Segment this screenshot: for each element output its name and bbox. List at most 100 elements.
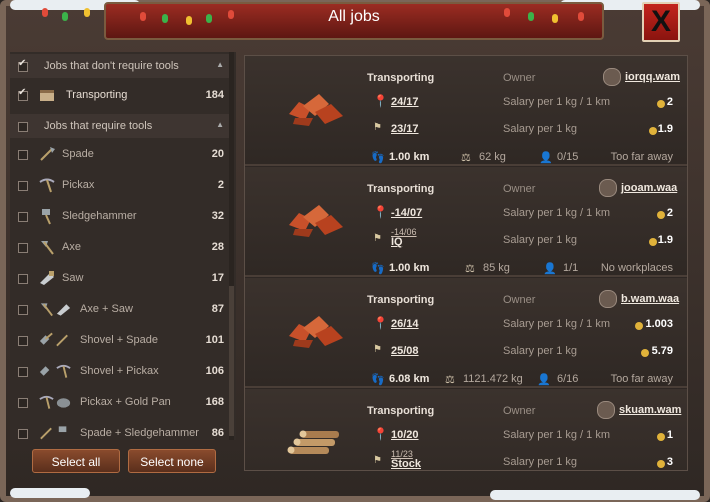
filter-count: 86 bbox=[211, 427, 224, 439]
shovel-pickax-icon bbox=[39, 364, 71, 378]
coin-icon bbox=[657, 211, 665, 219]
owner-link[interactable]: iorqq.wam bbox=[625, 71, 680, 83]
pickax-icon bbox=[39, 178, 55, 193]
workers-icon: 👤 bbox=[539, 152, 553, 164]
filter-count: 101 bbox=[205, 334, 224, 346]
location-pin-icon: 📍 bbox=[373, 316, 388, 330]
flag-icon: ⚑ bbox=[373, 455, 382, 466]
filter-spade[interactable]: Spade 20 bbox=[10, 139, 232, 170]
salary-per-km-label: Salary per 1 kg / 1 km bbox=[503, 96, 610, 108]
salary-per-km-label: Salary per 1 kg / 1 km bbox=[503, 318, 610, 330]
filter-pickax[interactable]: Pickax 2 bbox=[10, 170, 232, 201]
filter-spade-sledgehammer[interactable]: Spade + Sledgehammer 86 bbox=[10, 418, 232, 440]
from-coords-link[interactable]: 10/20 bbox=[391, 429, 419, 441]
select-all-button[interactable]: Select all bbox=[32, 449, 120, 473]
close-button[interactable]: X bbox=[642, 2, 680, 42]
coin-icon bbox=[657, 433, 665, 441]
checkbox[interactable] bbox=[18, 243, 28, 253]
job-card[interactable]: Transporting Owner jooam.waa 📍 -14/07 ⚑ … bbox=[245, 167, 687, 277]
to-building-link[interactable]: Stock bbox=[391, 458, 421, 470]
filter-label: Spade bbox=[62, 148, 94, 160]
location-pin-icon: 📍 bbox=[373, 205, 388, 219]
owner-label: Owner bbox=[503, 72, 536, 84]
salary-per-km-label: Salary per 1 kg / 1 km bbox=[503, 207, 610, 219]
job-card[interactable]: Transporting Owner b.wam.waa 📍 26/14 ⚑ 2… bbox=[245, 278, 687, 388]
to-coords-link[interactable]: 23/17 bbox=[391, 123, 419, 135]
copper-ore-icon bbox=[289, 205, 343, 237]
to-coords-link[interactable]: 25/08 bbox=[391, 345, 419, 357]
coin-icon bbox=[657, 100, 665, 108]
filter-panel: Jobs that don't require tools ▲ Transpor… bbox=[10, 52, 236, 440]
salary-per-kg-label: Salary per 1 kg bbox=[503, 345, 577, 357]
workers-icon: 👤 bbox=[543, 263, 557, 275]
checkbox[interactable] bbox=[18, 212, 28, 222]
salary-per-kg-label: Salary per 1 kg bbox=[503, 456, 577, 468]
salary-per-km-value: 2 bbox=[666, 96, 673, 108]
coin-icon bbox=[635, 322, 643, 330]
section-label: Jobs that don't require tools bbox=[44, 60, 179, 72]
job-card[interactable]: Transporting Owner iorqq.wam 📍 24/17 ⚑ 2… bbox=[245, 56, 687, 166]
coin-icon bbox=[649, 238, 657, 246]
to-building-link[interactable]: IQ bbox=[391, 236, 403, 248]
weight-value: 85 kg bbox=[483, 262, 510, 274]
filter-pickax-goldpan[interactable]: Pickax + Gold Pan 168 bbox=[10, 387, 232, 418]
section-no-tools[interactable]: Jobs that don't require tools ▲ bbox=[10, 54, 232, 78]
collapse-icon[interactable]: ▲ bbox=[216, 120, 224, 129]
distance-value: 6.08 km bbox=[389, 373, 430, 385]
checkbox[interactable] bbox=[18, 274, 28, 284]
filter-count: 2 bbox=[217, 179, 224, 191]
select-none-button[interactable]: Select none bbox=[128, 449, 216, 473]
checkbox[interactable] bbox=[18, 398, 28, 408]
checkbox[interactable] bbox=[18, 336, 28, 346]
weight-icon: ⚖ bbox=[445, 374, 455, 386]
collapse-icon[interactable]: ▲ bbox=[216, 60, 224, 69]
job-status: Too far away bbox=[610, 373, 673, 385]
filter-saw[interactable]: Saw 17 bbox=[10, 263, 232, 294]
owner-link[interactable]: skuam.wam bbox=[619, 404, 681, 416]
owner-link[interactable]: jooam.waa bbox=[621, 182, 677, 194]
avatar bbox=[603, 68, 621, 86]
from-coords-link[interactable]: 26/14 bbox=[391, 318, 419, 330]
salary-per-km-value: 2 bbox=[666, 207, 673, 219]
flag-icon: ⚑ bbox=[373, 122, 382, 133]
location-pin-icon: 📍 bbox=[373, 427, 388, 441]
checkbox[interactable] bbox=[18, 150, 28, 160]
owner-link[interactable]: b.wam.waa bbox=[621, 293, 679, 305]
filter-axe[interactable]: Axe 28 bbox=[10, 232, 232, 263]
checkbox[interactable] bbox=[18, 181, 28, 191]
workers-value: 1/1 bbox=[563, 262, 579, 274]
from-coords-link[interactable]: 24/17 bbox=[391, 96, 419, 108]
snow-decoration bbox=[490, 490, 700, 500]
close-icon: X bbox=[650, 5, 671, 38]
section-tools[interactable]: Jobs that require tools ▲ bbox=[10, 114, 232, 138]
filter-count: 184 bbox=[205, 89, 224, 101]
axe-icon bbox=[41, 241, 54, 255]
filter-sledgehammer[interactable]: Sledgehammer 32 bbox=[10, 201, 232, 232]
filter-axe-saw[interactable]: Axe + Saw 87 bbox=[10, 294, 232, 325]
salary-per-kg-label: Salary per 1 kg bbox=[503, 234, 577, 246]
checkbox[interactable] bbox=[18, 122, 28, 132]
snow-decoration bbox=[10, 488, 90, 498]
filter-label: Shovel + Pickax bbox=[80, 365, 159, 377]
weight-value: 1121.472 kg bbox=[463, 373, 523, 385]
filter-shovel-pickax[interactable]: Shovel + Pickax 106 bbox=[10, 356, 232, 387]
filter-transporting[interactable]: Transporting 184 bbox=[10, 80, 232, 111]
filter-scroll-thumb[interactable] bbox=[229, 286, 234, 436]
section-label: Jobs that require tools bbox=[44, 120, 153, 132]
salary-per-kg-value: 3 bbox=[666, 456, 673, 468]
checkbox[interactable] bbox=[18, 305, 28, 315]
filter-shovel-spade[interactable]: Shovel + Spade 101 bbox=[10, 325, 232, 356]
filter-count: 17 bbox=[211, 272, 224, 284]
saw-icon bbox=[40, 271, 54, 285]
weight-value: 62 kg bbox=[479, 151, 506, 163]
checkbox[interactable] bbox=[18, 367, 28, 377]
filter-count: 87 bbox=[211, 303, 224, 315]
job-type: Transporting bbox=[367, 405, 435, 417]
checkbox[interactable] bbox=[18, 58, 28, 72]
filter-count: 20 bbox=[211, 148, 224, 160]
checkbox[interactable] bbox=[18, 87, 28, 101]
checkbox[interactable] bbox=[18, 429, 28, 439]
from-coords-link[interactable]: -14/07 bbox=[391, 207, 422, 219]
job-card[interactable]: Transporting Owner skuam.wam 📍 10/20 ⚑ 1… bbox=[245, 389, 687, 470]
light-decoration bbox=[62, 12, 68, 21]
